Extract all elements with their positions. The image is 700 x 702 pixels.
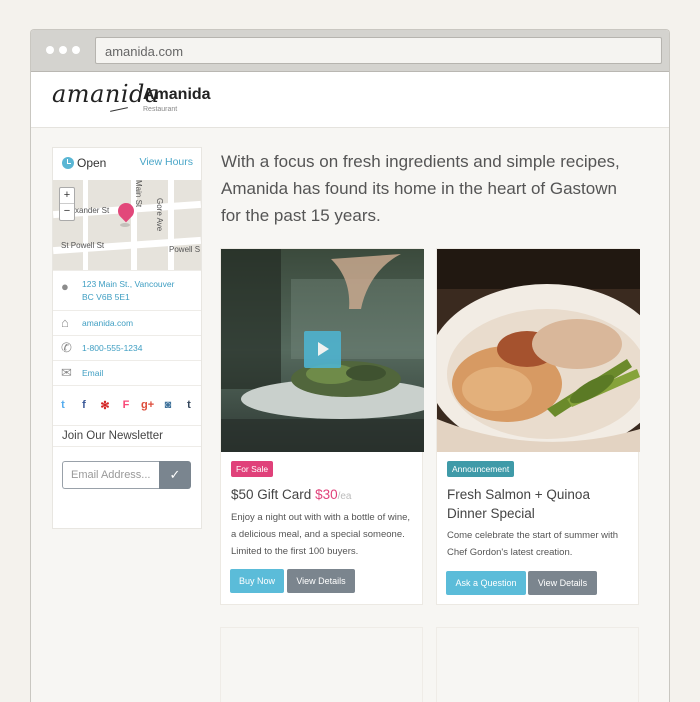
site-header: amanida Amanida Restaurant xyxy=(31,72,669,128)
business-category: Restaurant xyxy=(143,106,178,113)
window-dot[interactable] xyxy=(72,46,80,54)
card-placeholder xyxy=(436,627,639,702)
social-links: t f ✻ F g+ ◙ t xyxy=(53,385,201,425)
offer-name: $50 Gift Card xyxy=(231,487,312,502)
play-button[interactable] xyxy=(304,331,341,368)
subscribe-button[interactable]: ✓ xyxy=(159,461,191,489)
map-street-label: Gore Ave xyxy=(155,198,164,232)
intro-text: With a focus on fresh ingredients and si… xyxy=(221,152,620,225)
googleplus-icon[interactable]: g+ xyxy=(141,399,154,411)
clock-icon xyxy=(62,157,74,169)
announcement-badge: Announcement xyxy=(447,461,515,477)
pin-shadow xyxy=(120,223,130,227)
phone-icon: ✆ xyxy=(61,340,72,355)
card-placeholder xyxy=(220,627,423,702)
for-sale-badge: For Sale xyxy=(231,461,274,477)
buy-now-button[interactable]: Buy Now xyxy=(230,569,284,593)
open-status: Open xyxy=(77,156,107,170)
business-sidebar: Open View Hours xander St St Powell St P… xyxy=(52,147,202,529)
dish-photo[interactable] xyxy=(437,249,640,452)
phone-row: ✆ 1-800-555-1234 xyxy=(53,335,201,360)
card-title: Fresh Salmon + Quinoa Dinner Special xyxy=(447,487,590,521)
gift-card-offer: For Sale $50 Gift Card $30/ea Enjoy a ni… xyxy=(220,248,424,605)
card-description: Enjoy a night out with with a bottle of … xyxy=(231,512,411,557)
address-bar[interactable]: amanida.com xyxy=(95,37,662,64)
browser-chrome: amanida.com xyxy=(31,30,669,72)
location-map[interactable]: xander St St Powell St Powell S Gore Ave… xyxy=(53,180,201,270)
email-row: ✉ Email xyxy=(53,360,201,385)
map-street-label: Main St xyxy=(134,180,143,208)
view-details-button[interactable]: View Details xyxy=(287,569,355,593)
email-link[interactable]: Email xyxy=(82,367,103,380)
envelope-icon: ✉ xyxy=(61,365,72,380)
map-street-label: Powell S xyxy=(169,245,201,254)
card-description: Come celebrate the start of summer with … xyxy=(447,530,619,558)
yelp-icon[interactable]: ✻ xyxy=(99,399,111,412)
map-street-label: xander St xyxy=(75,206,110,215)
window-dot[interactable] xyxy=(46,46,54,54)
hours-row: Open View Hours xyxy=(53,148,201,180)
price-unit: /ea xyxy=(337,491,352,502)
map-road xyxy=(83,180,88,270)
video-thumbnail[interactable] xyxy=(221,249,424,452)
view-hours-link[interactable]: View Hours xyxy=(140,156,194,168)
business-name: Amanida xyxy=(143,86,211,103)
address-line-2[interactable]: BC V6B 5E1 xyxy=(82,291,130,304)
window-dot[interactable] xyxy=(59,46,67,54)
twitter-icon[interactable]: t xyxy=(57,399,69,411)
map-road xyxy=(168,180,174,270)
address-row: ● 123 Main St., Vancouver BC V6B 5E1 xyxy=(53,270,201,310)
play-icon xyxy=(318,342,329,356)
website-link[interactable]: amanida.com xyxy=(82,317,133,330)
zoom-in-button[interactable]: + xyxy=(60,188,74,204)
newsletter-form: Email Address... ✓ xyxy=(62,461,191,489)
website-row: ⌂ amanida.com xyxy=(53,310,201,335)
instagram-icon[interactable]: ◙ xyxy=(162,399,174,411)
newsletter-title: Join Our Newsletter xyxy=(62,430,163,442)
offer-price: $30 xyxy=(315,487,338,502)
browser-window: amanida.com amanida Amanida Restaurant O… xyxy=(30,29,670,702)
map-zoom-controls: + − xyxy=(59,187,75,221)
phone-link[interactable]: 1-800-555-1234 xyxy=(82,342,143,355)
zoom-out-button[interactable]: − xyxy=(60,204,74,220)
address-line-1[interactable]: 123 Main St., Vancouver xyxy=(82,278,174,291)
view-details-button[interactable]: View Details xyxy=(528,571,597,595)
ask-question-button[interactable]: Ask a Question xyxy=(446,571,526,595)
location-pin-icon: ● xyxy=(61,279,69,294)
email-address-input[interactable]: Email Address... xyxy=(62,461,159,489)
map-street-label: St Powell St xyxy=(61,241,105,250)
tumblr-icon[interactable]: t xyxy=(183,399,195,411)
facebook-icon[interactable]: f xyxy=(78,399,90,411)
home-icon: ⌂ xyxy=(61,315,69,330)
window-controls xyxy=(46,46,80,54)
newsletter-header: Join Our Newsletter xyxy=(53,425,201,447)
foursquare-icon[interactable]: F xyxy=(120,399,132,411)
card-title: $50 Gift Card $30/ea xyxy=(231,485,416,506)
dinner-special-announcement: Announcement Fresh Salmon + Quinoa Dinne… xyxy=(436,248,640,605)
